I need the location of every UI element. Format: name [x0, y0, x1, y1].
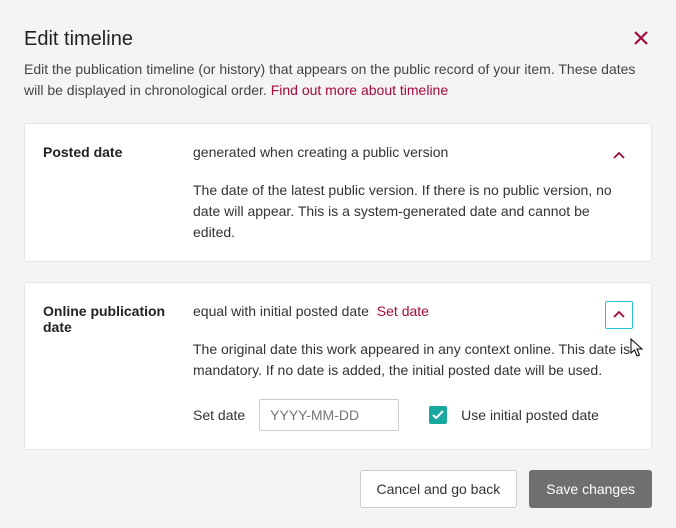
cancel-button[interactable]: Cancel and go back [360, 470, 518, 508]
online-publication-summary-text: equal with initial posted date [193, 303, 369, 319]
timeline-help-link[interactable]: Find out more about timeline [271, 82, 448, 98]
posted-date-label: Posted date [43, 142, 183, 243]
chevron-up-icon[interactable] [605, 301, 633, 329]
use-initial-checkbox[interactable] [429, 406, 447, 424]
use-initial-label: Use initial posted date [461, 407, 599, 423]
posted-date-summary: generated when creating a public version [193, 142, 448, 163]
online-publication-label: Online publication date [43, 301, 183, 431]
posted-date-description: The date of the latest public version. I… [193, 180, 633, 243]
posted-date-panel: Posted date generated when creating a pu… [24, 123, 652, 262]
chevron-up-icon[interactable] [605, 142, 633, 170]
online-publication-summary: equal with initial posted date Set date [193, 301, 429, 322]
date-input[interactable] [259, 399, 399, 431]
close-icon[interactable] [630, 28, 652, 50]
dialog-intro: Edit the publication timeline (or histor… [24, 59, 652, 101]
set-date-label: Set date [193, 407, 245, 423]
online-publication-panel: Online publication date equal with initi… [24, 282, 652, 450]
online-publication-description: The original date this work appeared in … [193, 339, 633, 381]
save-button[interactable]: Save changes [529, 470, 652, 508]
dialog-title: Edit timeline [24, 28, 133, 51]
set-date-link[interactable]: Set date [377, 303, 429, 319]
